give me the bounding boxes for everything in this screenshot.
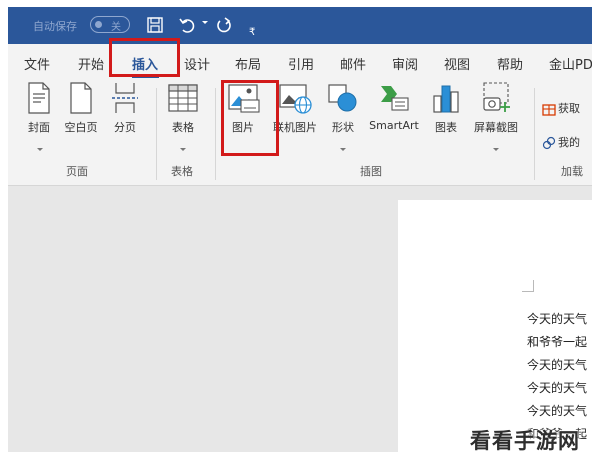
blank-page-label: 空白页: [64, 121, 98, 134]
chart-label: 图表: [435, 121, 457, 134]
screenshot-dropdown-icon[interactable]: [493, 148, 499, 151]
page-break-button[interactable]: 分页: [108, 80, 142, 160]
toggle-knob: [95, 21, 102, 28]
tab-wps-pdf[interactable]: 金山PD: [549, 54, 592, 73]
tab-references[interactable]: 引用: [288, 54, 314, 73]
document-line[interactable]: 和爷爷一起: [527, 333, 587, 350]
chart-button[interactable]: 图表: [430, 80, 462, 160]
save-icon: [147, 17, 163, 33]
margin-corner-mark: [522, 280, 534, 292]
tab-design[interactable]: 设计: [184, 54, 210, 73]
title-bar: 自动保存 关 ₹: [8, 7, 592, 44]
customize-toolbar-icon: ₹: [249, 27, 256, 38]
group-label-addins: 加载: [561, 165, 583, 178]
ribbon-panel: 封面 空白页 分页 页面 表格 表格 图片 联机图片 形状 SmartArt 图…: [8, 80, 592, 186]
document-line[interactable]: 今天的天气: [527, 356, 587, 373]
smartart-label: SmartArt: [369, 119, 419, 132]
screenshot-icon: [483, 82, 510, 112]
undo-icon: [179, 18, 195, 33]
blank-page-icon: [70, 82, 92, 114]
my-addins-button[interactable]: 我的: [542, 134, 580, 150]
chart-icon: [433, 85, 459, 113]
screenshot-label: 屏幕截图: [474, 121, 518, 134]
watermark-text: 看看手游网: [470, 429, 580, 453]
ribbon-tabs: 文件 开始 插入 设计 布局 引用 邮件 审阅 视图 帮助 金山PD: [8, 44, 592, 80]
group-label-illustrations: 插图: [360, 165, 382, 178]
tab-layout[interactable]: 布局: [235, 54, 261, 73]
undo-button[interactable]: [178, 16, 198, 36]
cover-label: 封面: [28, 121, 50, 134]
my-addins-label: 我的: [558, 136, 580, 149]
autosave-toggle[interactable]: 关: [90, 16, 130, 33]
page-break-icon: [112, 83, 138, 113]
customize-toolbar-button[interactable]: ₹: [249, 20, 255, 40]
document-line[interactable]: 今天的天气: [527, 310, 587, 327]
group-label-pages: 页面: [66, 165, 88, 178]
document-line[interactable]: 今天的天气: [527, 379, 587, 396]
group-separator: [215, 88, 216, 180]
repeat-icon: [217, 17, 231, 33]
word-window: 自动保存 关 ₹ 文件 开始 插入 设计 布局 引用 邮件 审阅 视图 帮助 金…: [8, 7, 592, 452]
online-picture-icon: [279, 84, 312, 114]
tab-home[interactable]: 开始: [78, 54, 104, 73]
document-page[interactable]: 今天的天气 和爷爷一起 今天的天气 今天的天气 今天的天气 和爷爷一起: [398, 200, 592, 452]
tab-view[interactable]: 视图: [444, 54, 470, 73]
document-line[interactable]: 今天的天气: [527, 402, 587, 419]
my-addins-icon: [542, 136, 556, 150]
table-icon: [168, 84, 198, 112]
cover-dropdown-icon[interactable]: [37, 148, 43, 151]
group-separator: [156, 88, 157, 180]
tab-mailings[interactable]: 邮件: [340, 54, 366, 73]
insert-tab-highlight: [109, 38, 180, 77]
smartart-icon: [381, 86, 409, 111]
save-button[interactable]: [146, 16, 164, 36]
cover-page-icon: [28, 82, 50, 114]
table-dropdown-icon[interactable]: [180, 148, 186, 151]
blank-page-button[interactable]: 空白页: [60, 80, 102, 160]
smartart-button[interactable]: SmartArt: [363, 80, 425, 160]
document-canvas[interactable]: 今天的天气 和爷爷一起 今天的天气 今天的天气 今天的天气 和爷爷一起: [8, 187, 592, 452]
autosave-label: 自动保存: [33, 20, 77, 33]
get-addins-button[interactable]: 获取: [542, 100, 580, 116]
shapes-dropdown-icon[interactable]: [340, 148, 346, 151]
undo-dropdown-icon[interactable]: [202, 21, 208, 24]
tab-review[interactable]: 审阅: [392, 54, 418, 73]
group-separator: [534, 88, 535, 180]
autosave-state: 关: [111, 22, 121, 33]
shapes-icon: [328, 84, 357, 112]
get-addins-label: 获取: [558, 102, 580, 115]
group-label-tables: 表格: [171, 165, 193, 178]
shapes-label: 形状: [332, 121, 354, 134]
tab-file[interactable]: 文件: [24, 54, 50, 73]
table-label: 表格: [172, 121, 194, 134]
redo-button[interactable]: [214, 16, 234, 36]
store-icon: [542, 104, 556, 116]
pictures-button-highlight: [221, 80, 279, 156]
tab-help[interactable]: 帮助: [497, 54, 523, 73]
page-break-label: 分页: [114, 121, 136, 134]
